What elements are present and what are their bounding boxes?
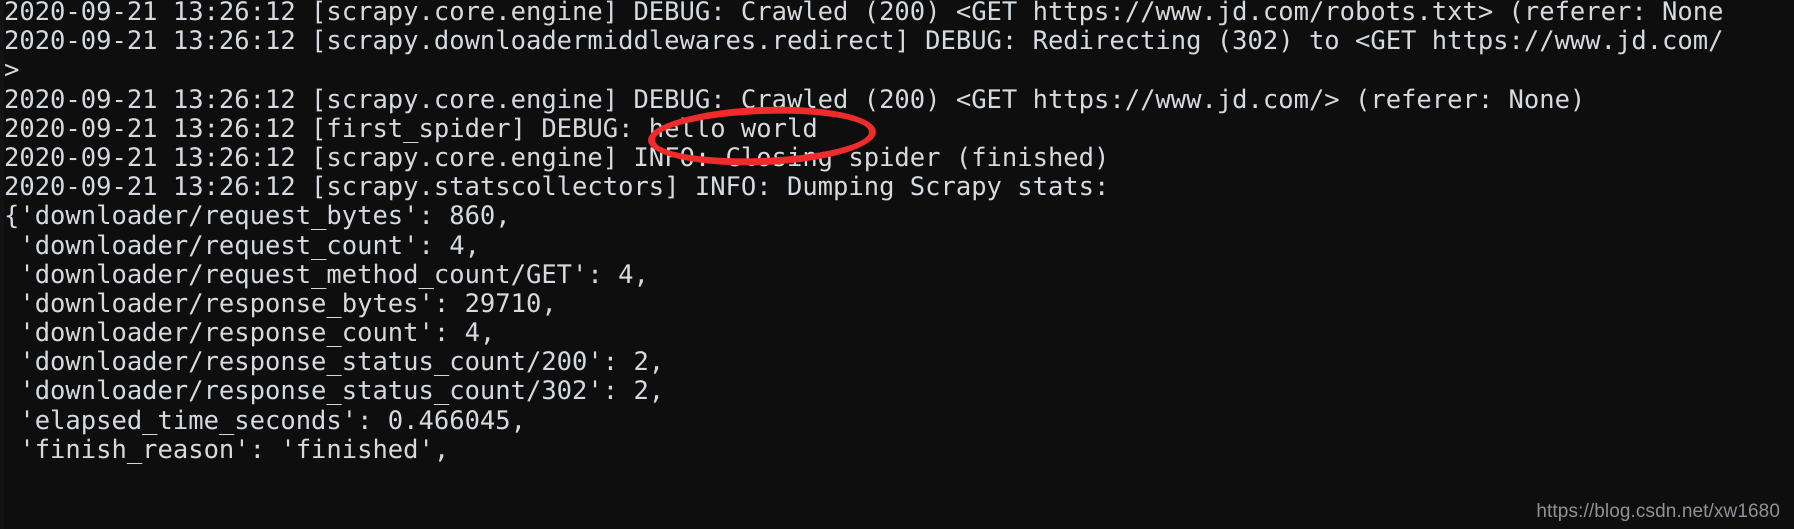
log-line: 2020-09-21 13:26:12 [scrapy.statscollect… bbox=[4, 172, 1110, 203]
log-line: 2020-09-21 13:26:12 [scrapy.downloadermi… bbox=[4, 26, 1724, 57]
log-line: 'finish_reason': 'finished', bbox=[4, 434, 450, 465]
log-line: 'downloader/request_count': 4, bbox=[4, 230, 480, 261]
log-line: 2020-09-21 13:26:12 [scrapy.core.engine]… bbox=[4, 142, 1110, 173]
log-line: > bbox=[4, 55, 20, 86]
log-line: {'downloader/request_bytes': 860, bbox=[4, 201, 511, 232]
watermark-url: https://blog.csdn.net/xw1680 bbox=[1536, 501, 1780, 522]
log-line: 2020-09-21 13:26:12 [scrapy.core.engine]… bbox=[4, 84, 1586, 115]
terminal-left-gutter bbox=[0, 0, 4, 529]
log-line: 'downloader/request_method_count/GET': 4… bbox=[4, 259, 649, 290]
log-line: 'downloader/response_status_count/200': … bbox=[4, 347, 665, 378]
log-line: 2020-09-21 13:26:12 [scrapy.core.engine]… bbox=[4, 0, 1724, 27]
log-line: 'elapsed_time_seconds': 0.466045, bbox=[4, 405, 526, 436]
log-line: 'downloader/response_count': 4, bbox=[4, 318, 496, 349]
log-line: 'downloader/response_status_count/302': … bbox=[4, 376, 665, 407]
log-line: 'downloader/response_bytes': 29710, bbox=[4, 288, 557, 319]
terminal-window: 2020-09-21 13:26:12 [scrapy.core.engine]… bbox=[0, 0, 1794, 529]
terminal-log-output[interactable]: 2020-09-21 13:26:12 [scrapy.core.engine]… bbox=[4, 0, 1794, 465]
log-line-hello-world: 2020-09-21 13:26:12 [first_spider] DEBUG… bbox=[4, 113, 818, 144]
